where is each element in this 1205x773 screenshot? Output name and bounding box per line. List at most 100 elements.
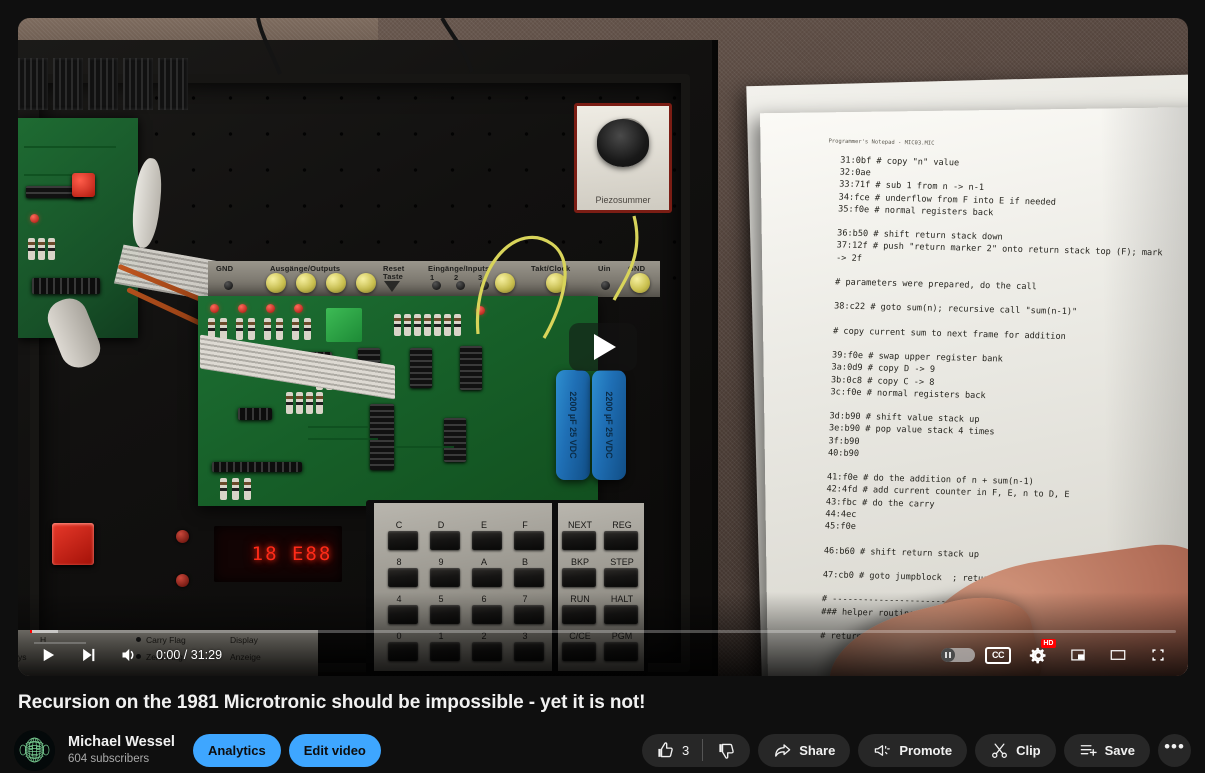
volume-button[interactable] xyxy=(108,635,148,675)
share-button[interactable]: Share xyxy=(758,733,851,767)
key-run[interactable] xyxy=(562,605,596,624)
promote-button[interactable]: Promote xyxy=(858,733,968,767)
autoplay-knob xyxy=(941,648,955,662)
progress-bar[interactable] xyxy=(30,630,1176,633)
play-triangle-icon xyxy=(594,334,616,360)
key-label-9: 9 xyxy=(438,557,444,567)
like-button[interactable]: 3 xyxy=(642,734,702,767)
label-reset-2: Taste xyxy=(383,272,404,281)
reset-button-board xyxy=(72,173,95,197)
paper-header-text: Programmer's Notepad - MIC03.MIC xyxy=(828,138,935,147)
miniplayer-icon xyxy=(1071,649,1085,661)
chip-row-top xyxy=(18,58,203,110)
key-9[interactable] xyxy=(430,568,460,587)
avatar[interactable] xyxy=(14,729,55,771)
key-F[interactable] xyxy=(514,531,544,550)
piezo-label: Piezosummer xyxy=(595,195,651,205)
channel-info: Michael Wessel 604 subscribers xyxy=(68,733,175,767)
youtube-watch-page: GND Ausgänge/Outputs Reset Taste Eingäng… xyxy=(0,0,1205,773)
key-label-next: NEXT xyxy=(567,520,592,530)
key-A[interactable] xyxy=(472,568,502,587)
video-frame: GND Ausgänge/Outputs Reset Taste Eingäng… xyxy=(18,18,1188,676)
reset-arrow-icon xyxy=(384,281,400,292)
key-label-8: 8 xyxy=(396,557,402,567)
channel-name[interactable]: Michael Wessel xyxy=(68,733,175,752)
chip xyxy=(53,58,83,110)
key-label-reg: REG xyxy=(612,520,632,530)
key-B[interactable] xyxy=(514,568,544,587)
piezo-disc xyxy=(597,119,649,168)
save-button[interactable]: Save xyxy=(1063,733,1150,767)
video-actions-row: Michael Wessel 604 subscribers Analytics… xyxy=(14,728,1191,772)
label-gnd-left: GND xyxy=(216,264,234,273)
key-C[interactable] xyxy=(388,531,418,550)
power-button-red xyxy=(52,523,94,565)
theater-mode-button[interactable] xyxy=(1098,635,1138,675)
play-button[interactable] xyxy=(28,635,68,675)
time-display: 0:00 / 31:29 xyxy=(156,648,223,662)
carry-flag-led xyxy=(176,530,189,543)
autoplay-switch[interactable] xyxy=(941,648,975,662)
key-label-halt: HALT xyxy=(610,594,634,604)
output-bulb-2 xyxy=(296,273,316,293)
key-label-5: 5 xyxy=(438,594,444,604)
key-label-E: E xyxy=(480,520,487,530)
thumbs-up-icon xyxy=(658,741,673,757)
key-next[interactable] xyxy=(562,531,596,550)
key-E[interactable] xyxy=(472,531,502,550)
hd-badge: HD xyxy=(1040,639,1056,648)
megaphone-icon xyxy=(875,744,891,756)
key-7[interactable] xyxy=(514,605,544,624)
like-dislike-group: 3 xyxy=(641,733,751,767)
key-label-step: STEP xyxy=(610,557,634,567)
clip-button[interactable]: Clip xyxy=(975,733,1056,767)
key-bkp[interactable] xyxy=(562,568,596,587)
key-label-C: C xyxy=(395,520,403,530)
key-4[interactable] xyxy=(388,605,418,624)
clip-label: Clip xyxy=(1016,742,1041,758)
key-label-run: RUN xyxy=(570,594,590,604)
miniplayer-button[interactable] xyxy=(1058,635,1098,675)
capacitor-label-1: 2200 µF 25 VDC xyxy=(568,391,578,459)
key-D[interactable] xyxy=(430,531,460,550)
share-icon xyxy=(775,743,791,757)
dislike-button[interactable] xyxy=(703,734,750,767)
autoplay-toggle[interactable] xyxy=(938,635,978,675)
input-pin-1 xyxy=(432,281,441,290)
fullscreen-button[interactable] xyxy=(1138,635,1178,675)
settings-button[interactable]: HD xyxy=(1018,635,1058,675)
key-label-D: D xyxy=(437,520,445,530)
zero-flag-led xyxy=(176,574,189,587)
key-label-F: F xyxy=(522,520,528,530)
subscriber-count: 604 subscribers xyxy=(68,753,150,765)
more-actions-button[interactable]: ••• xyxy=(1158,733,1191,767)
key-6[interactable] xyxy=(472,605,502,624)
key-step[interactable] xyxy=(604,568,638,587)
promote-label: Promote xyxy=(899,742,953,758)
key-label-bkp: BKP xyxy=(570,557,589,567)
key-label-6: 6 xyxy=(481,594,487,604)
edit-video-button[interactable]: Edit video xyxy=(288,733,381,767)
chip xyxy=(158,58,188,110)
cc-icon: CC xyxy=(985,646,1011,664)
key-reg[interactable] xyxy=(604,531,638,550)
video-player[interactable]: GND Ausgänge/Outputs Reset Taste Eingäng… xyxy=(18,18,1188,676)
key-8[interactable] xyxy=(388,568,418,587)
key-5[interactable] xyxy=(430,605,460,624)
electrolytic-capacitor-1: 2200 µF 25 VDC xyxy=(556,370,590,480)
center-play-overlay[interactable] xyxy=(569,323,637,371)
key-label-4: 4 xyxy=(396,594,402,604)
key-label-7: 7 xyxy=(522,594,528,604)
piezo-module: Piezosummer xyxy=(574,103,672,213)
gnd-pin-left xyxy=(224,281,233,290)
analytics-button[interactable]: Analytics xyxy=(192,733,281,767)
thumbs-down-icon xyxy=(719,743,734,759)
black-wires xyxy=(256,18,474,75)
label-outputs: Ausgänge/Outputs xyxy=(270,264,341,273)
chip xyxy=(88,58,118,110)
subtitles-button[interactable]: CC xyxy=(978,635,1018,675)
save-label: Save xyxy=(1104,742,1135,758)
key-halt[interactable] xyxy=(604,605,638,624)
next-video-button[interactable] xyxy=(68,635,108,675)
wireframe-face-icon xyxy=(14,729,55,771)
